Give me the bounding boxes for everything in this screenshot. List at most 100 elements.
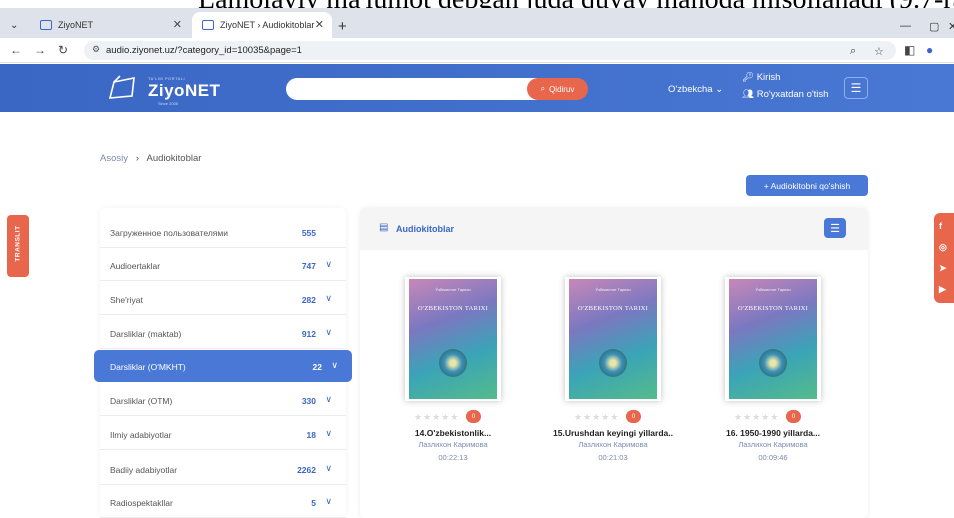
search-button[interactable]: ⌕ Qidiruv	[527, 78, 588, 100]
book-cover[interactable]: Ўзбекистон Тарихи O'ZBEKISTON TARIXI	[565, 277, 661, 401]
sidepanel-icon[interactable]: ◧	[904, 43, 915, 57]
back-arrow-icon[interactable]: ←	[10, 43, 22, 57]
close-tab-icon[interactable]: ✕	[315, 18, 324, 31]
book-duration: 00:21:03	[598, 453, 628, 462]
audiobook-card[interactable]: Ўзбекистон Тарихи O'ZBEKISTON TARIXI ★★★…	[700, 270, 840, 470]
youtube-icon[interactable]: ▶	[939, 284, 946, 295]
logo-text[interactable]: ZiyoNET	[148, 81, 220, 101]
category-label: Audioertaklar	[110, 261, 161, 271]
add-audiobook-button[interactable]: + Audiokitobni qo'shish	[746, 175, 868, 196]
breadcrumb-current: Audiokitoblar	[146, 153, 202, 164]
address-bar[interactable]: ⚙ audio.ziyonet.uz/?category_id=10035&pa…	[84, 41, 896, 60]
tab-title: ZiyoNET	[58, 20, 94, 30]
rating-count-badge: 0	[786, 410, 801, 423]
add-audiobook-label: + Audiokitobni qo'shish	[763, 180, 851, 191]
logo-since: Since 2005	[158, 101, 179, 106]
category-count: 747	[301, 261, 316, 271]
category-item[interactable]: Audioertaklar 747 ∨	[100, 249, 346, 281]
list-icon: ▤	[379, 222, 389, 233]
chevron-down-icon[interactable]: ∨	[325, 327, 332, 338]
site-header: TA'LIM PORTALI ZiyoNET Since 2005 ⌕ Qidi…	[0, 64, 954, 112]
favicon-icon	[40, 20, 52, 30]
login-link[interactable]: 🔑︎ Kirish	[742, 72, 780, 83]
browser-toolbar: ← → ↻ ⚙ audio.ziyonet.uz/?category_id=10…	[0, 38, 954, 63]
audiobook-card[interactable]: Ўзбекистон Тарихи O'ZBEKISTON TARIXI ★★★…	[380, 270, 520, 470]
register-link[interactable]: 👥︎ Ro'yxatdan o'tish	[742, 89, 828, 100]
category-item[interactable]: Ilmiy adabiyotlar 18 ∨	[100, 418, 346, 450]
minimize-icon[interactable]: —	[900, 20, 911, 32]
login-label: Kirish	[756, 72, 781, 83]
hamburger-menu-button[interactable]: ☰	[844, 77, 868, 99]
forward-arrow-icon[interactable]: →	[34, 43, 46, 57]
category-item[interactable]: Darsliklar (OTM) 330 ∨	[100, 384, 346, 416]
ziyonet-logo-icon[interactable]	[108, 74, 142, 102]
book-duration: 00:09:46	[758, 453, 788, 462]
breadcrumb-home[interactable]: Asosiy	[100, 153, 128, 164]
close-tab-icon[interactable]: ✕	[173, 18, 182, 31]
telegram-icon[interactable]: ➤	[939, 263, 947, 274]
category-item[interactable]: Загруженное пользователями 555	[100, 216, 346, 248]
audiobook-card[interactable]: Ўзбекистон Тарихи O'ZBEKISTON TARIXI ★★★…	[540, 270, 680, 470]
chevron-down-icon[interactable]: ∨	[325, 259, 332, 270]
rating-stars-icon[interactable]: ★★★★★	[414, 412, 459, 423]
category-item[interactable]: Radiospektakllar 5 ∨	[100, 486, 346, 518]
chevron-down-icon[interactable]: ∨	[325, 394, 332, 405]
rating-stars-icon[interactable]: ★★★★★	[574, 412, 619, 423]
book-author[interactable]: Лазлихон Каримова	[700, 440, 846, 449]
close-window-icon[interactable]: ✕	[948, 20, 954, 33]
translit-button[interactable]: TRANSLIT	[7, 215, 29, 277]
tab-search-icon[interactable]: ⌄	[10, 20, 18, 31]
category-count: 912	[301, 329, 316, 339]
category-item[interactable]: Badiiy adabiyotlar 2262 ∨	[100, 453, 346, 485]
category-item[interactable]: Darsliklar (maktab) 912 ∨	[100, 317, 346, 349]
favicon-icon	[202, 20, 214, 30]
search-icon: ⌕	[540, 84, 546, 93]
profile-icon[interactable]: ●	[926, 43, 933, 57]
book-author[interactable]: Лазлихон Каримова	[540, 440, 686, 449]
tab-title: ZiyoNET › Audiokitoblar	[220, 20, 315, 30]
reload-icon[interactable]: ↻	[58, 43, 68, 57]
language-selector[interactable]: O'zbekcha ⌄	[668, 84, 723, 95]
browser-tab-ziyonet[interactable]: ZiyoNET ✕	[30, 12, 190, 38]
panel-header: ▤ Audiokitoblar ☰	[360, 208, 868, 250]
category-item[interactable]: She'riyat 282 ∨	[100, 283, 346, 315]
category-count: 330	[301, 396, 316, 406]
chevron-down-icon[interactable]: ∨	[325, 496, 332, 507]
maximize-icon[interactable]: ▢	[929, 20, 939, 33]
category-label: Badiiy adabiyotlar	[110, 465, 178, 475]
book-author[interactable]: Лазлихон Каримова	[380, 440, 526, 449]
rating-count-badge: 0	[466, 410, 481, 423]
language-label: O'zbekcha	[668, 84, 713, 95]
book-cover[interactable]: Ўзбекистон Тарихи O'ZBEKISTON TARIXI	[725, 277, 821, 401]
category-label: Ilmiy adabiyotlar	[110, 430, 172, 440]
instagram-icon[interactable]: ◎	[939, 242, 947, 253]
category-item-active[interactable]: Darsliklar (O'MKHT) 22 ∨	[94, 350, 352, 382]
new-tab-icon[interactable]: +	[338, 18, 347, 35]
book-title[interactable]: 15.Urushdan keyingi yillarda..	[540, 428, 686, 438]
bookmark-star-icon[interactable]: ☆	[874, 45, 884, 58]
category-count: 555	[301, 228, 316, 238]
chevron-down-icon[interactable]: ∨	[325, 293, 332, 304]
book-title[interactable]: 16. 1950-1990 yillarda...	[700, 428, 846, 438]
chevron-down-icon[interactable]: ∨	[325, 428, 332, 439]
breadcrumb-separator-icon: ›	[130, 153, 145, 164]
chevron-down-icon[interactable]: ∨	[325, 463, 332, 474]
facebook-icon[interactable]: f	[939, 221, 942, 231]
category-label: Darsliklar (maktab)	[110, 329, 182, 339]
book-title[interactable]: 14.O'zbekistonlik...	[380, 428, 526, 438]
chevron-down-icon[interactable]: ∨	[331, 360, 338, 371]
zoom-icon[interactable]: ⌕	[850, 45, 856, 58]
rating-count-badge: 0	[626, 410, 641, 423]
key-icon: 🔑︎	[742, 72, 757, 83]
browser-tabbar: ⌄ ZiyoNET ✕ ZiyoNET › Audiokitoblar ✕ + …	[0, 8, 954, 38]
emblem-icon	[439, 349, 467, 377]
rating-stars-icon[interactable]: ★★★★★	[734, 412, 779, 423]
browser-tab-audiokitoblar[interactable]: ZiyoNET › Audiokitoblar ✕	[192, 12, 332, 38]
category-count: 282	[301, 295, 316, 305]
filter-button[interactable]: ☰	[824, 218, 846, 238]
book-cover[interactable]: Ўзбекистон Тарихи O'ZBEKISTON TARIXI	[405, 277, 501, 401]
social-bar: f ◎ ➤ ▶	[934, 213, 954, 303]
users-icon: 👥︎	[742, 89, 757, 100]
category-label: Darsliklar (OTM)	[110, 396, 173, 406]
site-settings-icon[interactable]: ⚙	[92, 44, 100, 55]
